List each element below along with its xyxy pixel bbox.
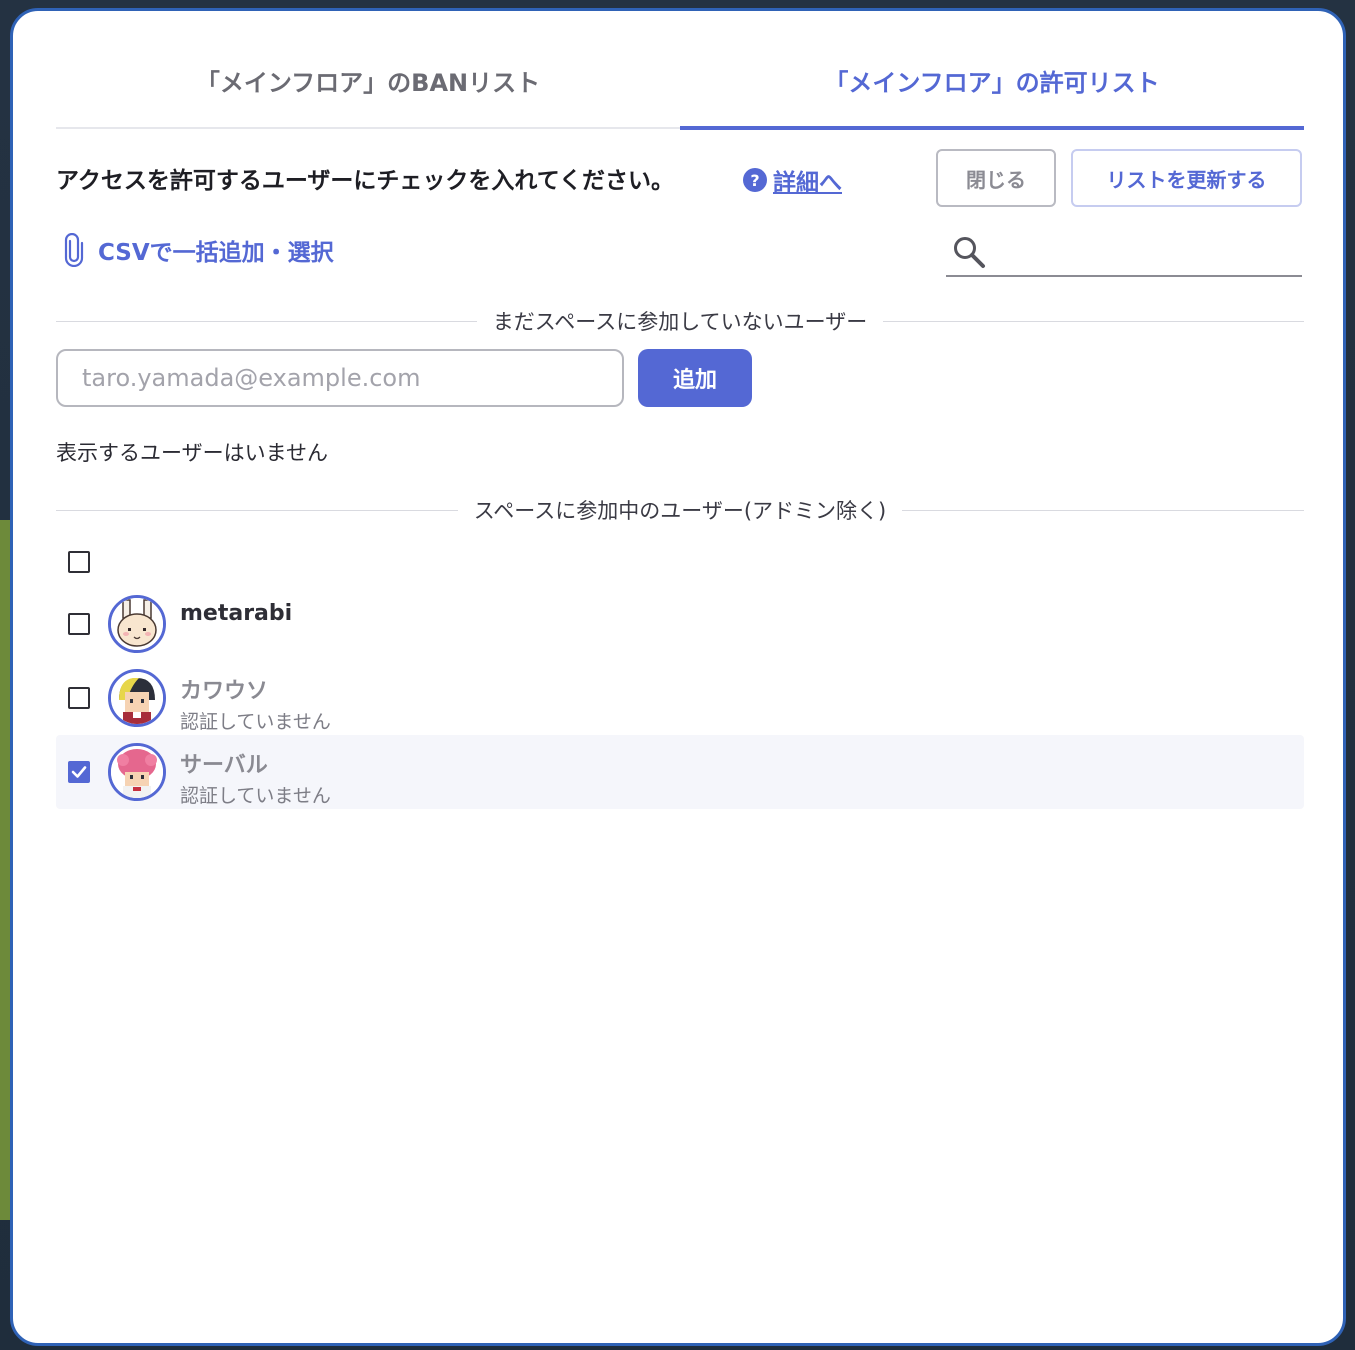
search-field bbox=[946, 229, 1302, 277]
user-name: カワウソ bbox=[180, 679, 269, 704]
user-row bbox=[56, 539, 1304, 585]
user-row: metarabi bbox=[56, 587, 1304, 661]
joined-users-heading: スペースに参加中のユーザー(アドミン除く) bbox=[473, 499, 887, 523]
tab-bar: 「メインフロア」のBANリスト 「メインフロア」の許可リスト bbox=[56, 55, 1304, 130]
paperclip-icon bbox=[64, 233, 84, 267]
question-icon: ? bbox=[743, 168, 767, 192]
email-input[interactable] bbox=[56, 349, 624, 407]
csv-bulk-add-link[interactable]: CSVで一括追加・選択 bbox=[64, 233, 334, 267]
user-row: カワウソ 認証していません bbox=[56, 661, 1304, 735]
search-input[interactable] bbox=[994, 233, 1294, 273]
user-checkbox[interactable] bbox=[68, 687, 90, 709]
close-button[interactable]: 閉じる bbox=[936, 149, 1056, 207]
checkmark-icon bbox=[71, 766, 87, 778]
user-checkbox[interactable] bbox=[68, 551, 90, 573]
avatar bbox=[108, 595, 166, 653]
user-status: 認証していません bbox=[180, 711, 331, 733]
avatar bbox=[108, 743, 166, 801]
joined-users-divider: スペースに参加中のユーザー(アドミン除く) bbox=[56, 495, 1305, 525]
user-name: サーバル bbox=[180, 753, 268, 778]
pending-users-divider: まだスペースに参加していないユーザー bbox=[56, 306, 1304, 336]
csv-bulk-add-label: CSVで一括追加・選択 bbox=[98, 240, 334, 266]
instruction-text: アクセスを許可するユーザーにチェックを入れてください。 bbox=[56, 168, 675, 194]
avatar bbox=[108, 669, 166, 727]
user-name: metarabi bbox=[180, 601, 293, 626]
help-link[interactable]: ? 詳細へ bbox=[743, 163, 842, 197]
divider-line bbox=[883, 320, 1304, 322]
user-checkbox[interactable] bbox=[68, 761, 90, 783]
user-checkbox[interactable] bbox=[68, 613, 90, 635]
tab-allow-list[interactable]: 「メインフロア」の許可リスト bbox=[680, 55, 1304, 130]
divider-line bbox=[56, 509, 458, 511]
divider-line bbox=[902, 509, 1305, 511]
allow-list-dialog: 「メインフロア」のBANリスト 「メインフロア」の許可リスト アクセスを許可する… bbox=[10, 8, 1346, 1346]
user-status: 認証していません bbox=[180, 785, 331, 807]
tab-ban-list[interactable]: 「メインフロア」のBANリスト bbox=[56, 55, 680, 127]
pending-users-heading: まだスペースに参加していないユーザー bbox=[492, 310, 868, 334]
no-users-message: 表示するユーザーはいません bbox=[56, 441, 328, 465]
update-list-button[interactable]: リストを更新する bbox=[1071, 149, 1302, 207]
divider-line bbox=[56, 320, 477, 322]
help-link-label: 詳細へ bbox=[773, 170, 842, 196]
search-icon bbox=[952, 235, 986, 273]
user-row: サーバル 認証していません bbox=[56, 735, 1304, 809]
add-button[interactable]: 追加 bbox=[638, 349, 752, 407]
